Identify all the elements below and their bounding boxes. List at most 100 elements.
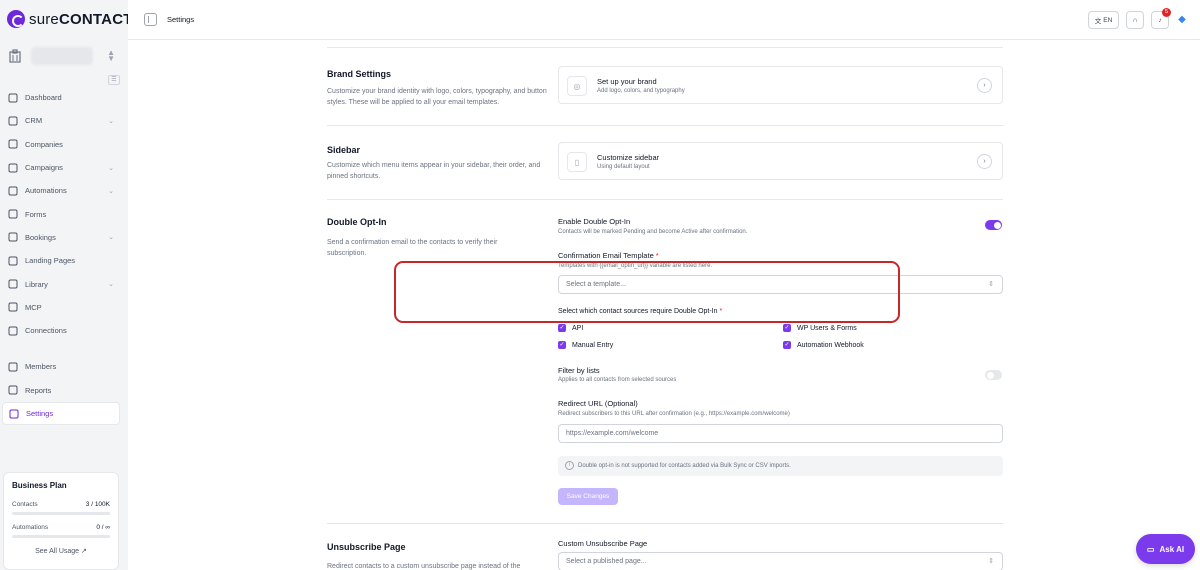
notice-text: Double opt-in is not supported for conta… [578,463,791,469]
flow-icon [8,186,18,196]
unsubscribe-page-label: Custom Unsubscribe Page [558,539,648,548]
library-icon [8,279,18,289]
sidebar-item-label: Settings [26,409,54,418]
logo-text: sureCONTACT [29,10,133,28]
chevron-right-icon: › [977,154,992,169]
checkbox-checked-icon: ✓ [558,324,566,332]
checkbox-checked-icon: ✓ [783,324,791,332]
sidebar-item-landing-pages[interactable]: Landing Pages [2,249,120,272]
source-checkbox-webhook[interactable]: ✓ Automation Webhook [783,341,864,349]
enable-optin-label: Enable Double Opt-In [558,217,631,226]
chevron-updown-icon: ⇕ [988,281,994,288]
sidebar-item-library[interactable]: Library ⌄ [2,272,120,295]
sidebar-item-bookings[interactable]: Bookings ⌄ [2,226,120,249]
brand-card-title: Set up your brand [597,77,657,86]
ask-ai-button[interactable]: ▭ Ask AI [1136,534,1195,564]
sidebar-layout-icon: ▯ [567,152,587,172]
chevron-right-icon: › [977,78,992,93]
panel-toggle-icon[interactable] [144,13,157,26]
double-optin-desc: Send a confirmation email to the contact… [327,239,498,257]
sidebar-item-connections[interactable]: Connections [2,319,120,342]
plan-card: Business Plan Contacts 3 / 100K Automati… [3,472,119,570]
chat-icon: ▭ [1146,544,1155,554]
save-changes-button[interactable]: Save Changes [558,488,618,505]
contacts-usage: Contacts 3 / 100K [12,501,110,508]
users-icon [8,362,18,372]
sidebar-item-crm[interactable]: CRM ⌄ [2,109,120,132]
sidebar-item-mcp[interactable]: MCP [2,296,120,319]
automations-value: 0 / ∞ [96,524,110,531]
automations-label: Automations [12,524,49,531]
building-icon [9,49,21,63]
divider [327,523,1003,524]
source-checkbox-wp-users[interactable]: ✓ WP Users & Forms [783,324,857,332]
redirect-help: Redirect subscribers to this URL after c… [558,411,790,417]
see-all-usage-link[interactable]: See All Usage ↗ [12,547,110,555]
sidebar-item-label: CRM [25,116,43,126]
sidebar-item-automations[interactable]: Automations ⌄ [2,179,120,202]
filter-lists-toggle[interactable] [985,370,1002,380]
brand-card-subtitle: Add logo, colors, and typography [597,88,685,94]
sidebar-item-label: Automations [25,186,67,196]
gem-icon[interactable]: ◆ [1176,14,1188,26]
chevron-down-icon: ⌄ [108,281,114,289]
automations-progress [12,535,110,538]
chevron-updown-icon: ⇕ [988,558,994,565]
divider [327,125,1003,126]
filter-lists-label: Filter by lists [558,366,600,375]
customize-sidebar-card[interactable]: ▯ Customize sidebar Using default layout… [558,142,1003,180]
toggle-knob [986,371,994,379]
palette-icon: ◎ [567,76,587,96]
sidebar-item-settings[interactable]: Settings [2,401,120,426]
sidebar-item-campaigns[interactable]: Campaigns ⌄ [2,156,120,179]
sidebar-item-companies[interactable]: Companies [2,133,120,156]
contacts-progress [12,512,110,515]
unsubscribe-placeholder: Select a published page... [566,558,647,565]
workspace-switcher[interactable]: ▲ ▼ [7,42,121,70]
info-icon: i [565,461,574,470]
notifications-button[interactable]: ♪ 5 [1151,8,1171,29]
unsubscribe-page-select[interactable]: Select a published page... ⇕ [558,552,1003,570]
sidebar-item-label: Landing Pages [25,256,76,266]
sidebar-item-members[interactable]: Members [2,355,120,378]
sidebar-item-dashboard[interactable]: Dashboard [2,86,120,109]
collapse-sidebar-icon[interactable]: ☰ [108,75,120,85]
toggle-knob [993,221,1001,229]
logo[interactable]: sureCONTACT [7,10,133,28]
sidebar-item-label: Campaigns [25,163,63,173]
redirect-url-input[interactable]: https://example.com/welcome [558,424,1003,443]
ask-ai-label: Ask AI [1159,544,1185,554]
language-button[interactable]: 文 EN [1088,11,1119,29]
enable-optin-help: Contacts will be marked Pending and beco… [558,229,748,235]
brand-settings-title: Brand Settings [327,69,392,79]
automations-usage: Automations 0 / ∞ [12,524,110,531]
brand-setup-card[interactable]: ◎ Set up your brand Add logo, colors, an… [558,66,1003,104]
divider [327,199,1003,200]
source-checkbox-api[interactable]: ✓ API [558,324,583,332]
source-checkbox-manual[interactable]: ✓ Manual Entry [558,341,613,349]
contacts-label: Contacts [12,501,38,508]
topbar: Settings 文 EN ∩ ♪ 5 ◆ [128,0,1200,40]
sidebar-item-label: Library [25,279,48,289]
support-button[interactable]: ∩ [1126,11,1144,29]
megaphone-icon [8,163,18,173]
headset-icon: ∩ [1132,16,1138,24]
plug-icon [8,326,18,336]
enable-optin-toggle[interactable] [985,220,1002,230]
sidebar-item-label: MCP [25,302,42,312]
sidebar-card-title: Customize sidebar [597,153,660,162]
sidebar-item-label: Bookings [25,232,56,242]
sidebar-item-forms[interactable]: Forms [2,202,120,225]
sidebar-item-label: Connections [25,326,67,336]
double-optin-title: Double Opt-In [327,217,387,227]
sidebar-item-label: Members [25,362,57,372]
redirect-placeholder: https://example.com/welcome [566,430,659,437]
sidebar-item-label: Reports [25,385,52,395]
sidebar-item-reports[interactable]: Reports [2,379,120,402]
language-label: EN [1103,16,1113,24]
dashboard-icon [8,93,18,103]
sidebar-settings-title: Sidebar [327,145,361,155]
crm-icon [8,116,18,126]
optin-notice: i Double opt-in is not supported for con… [558,456,1003,476]
